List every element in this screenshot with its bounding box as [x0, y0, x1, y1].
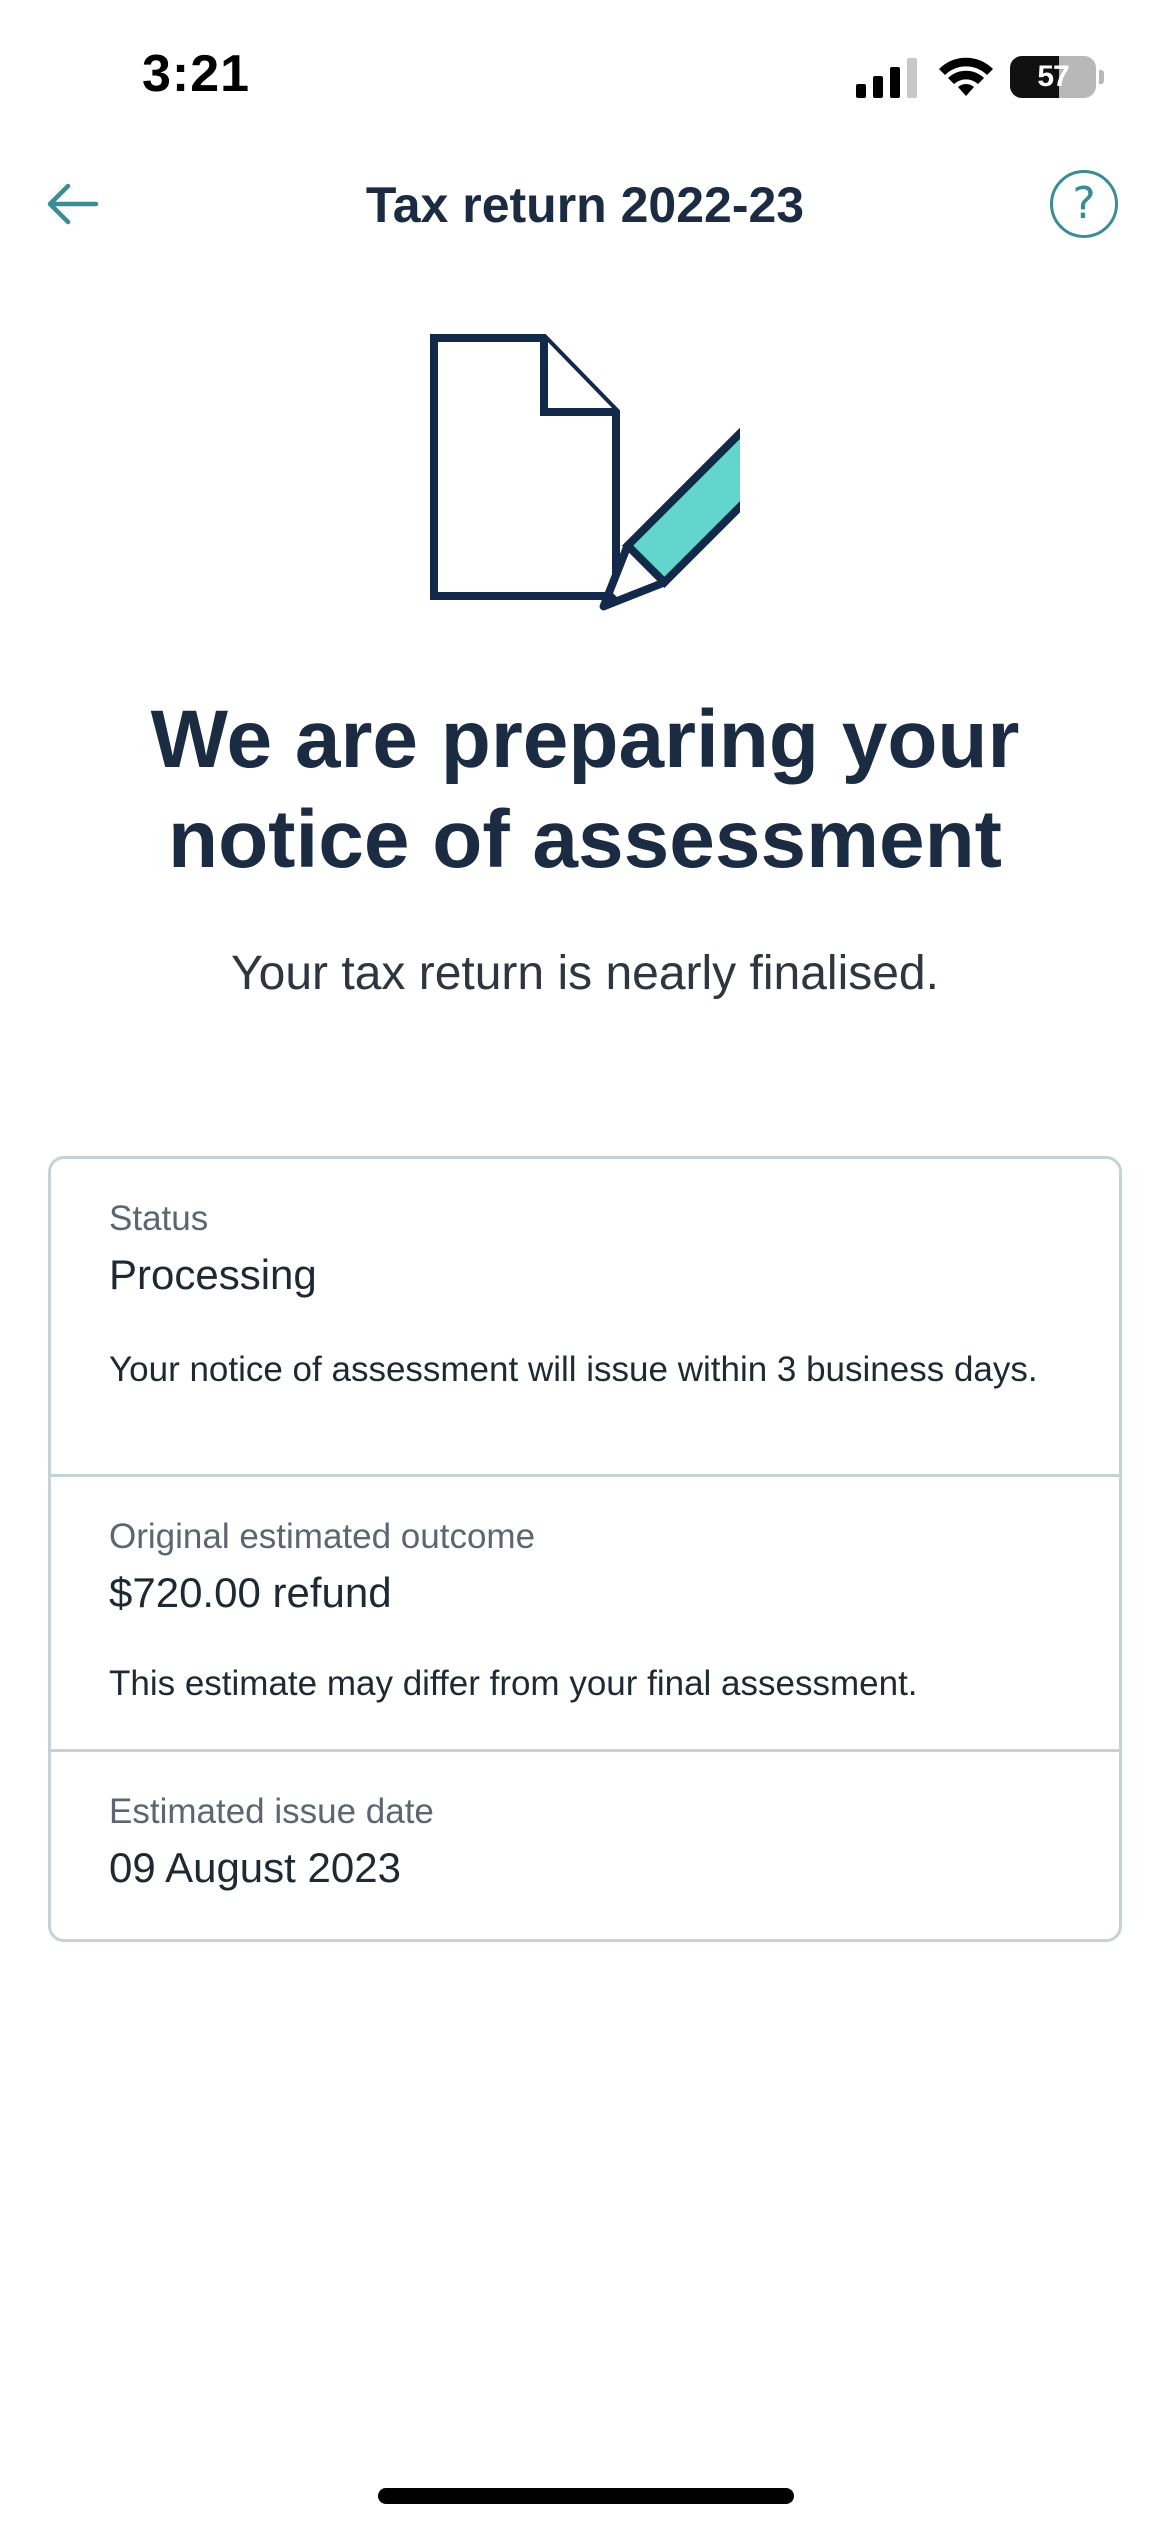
issue-date-value: 09 August 2023 [109, 1844, 401, 1891]
battery-level: 57 [1037, 60, 1069, 93]
issue-date-section: Estimated issue date 09 August 2023 [51, 1752, 1119, 1939]
outcome-section: Original estimated outcome $720.00 refun… [51, 1477, 1119, 1752]
arrow-left-icon [47, 183, 99, 225]
help-button[interactable]: ? [1050, 170, 1118, 238]
document-pencil-icon [430, 334, 740, 611]
outcome-description: This estimate may differ from your final… [109, 1664, 918, 1703]
battery-icon: 57 [1010, 56, 1096, 98]
issue-date-label: Estimated issue date [109, 1792, 434, 1831]
headline: We are preparing your notice of assessme… [150, 694, 1020, 885]
battery-tip [1099, 70, 1104, 84]
status-description: Your notice of assessment will issue wit… [109, 1350, 1038, 1389]
home-indicator[interactable] [378, 2488, 794, 2504]
outcome-label: Original estimated outcome [109, 1517, 536, 1556]
status-section: Status Processing Your notice of assessm… [51, 1159, 1119, 1477]
page-title: Tax return 2022-23 [365, 177, 805, 233]
status-time: 3:21 [142, 45, 251, 103]
status-bar: 3:21 57 [0, 0, 1170, 150]
cellular-signal-icon [856, 58, 917, 98]
question-circle-icon: ? [1072, 178, 1096, 229]
outcome-value: $720.00 refund [109, 1569, 392, 1616]
status-value: Processing [109, 1251, 317, 1298]
subheading: Your tax return is nearly finalised. [231, 947, 939, 1000]
details-card: Status Processing Your notice of assessm… [48, 1156, 1122, 1942]
back-button[interactable] [36, 168, 108, 240]
status-label: Status [109, 1199, 209, 1238]
wifi-icon [939, 57, 993, 96]
